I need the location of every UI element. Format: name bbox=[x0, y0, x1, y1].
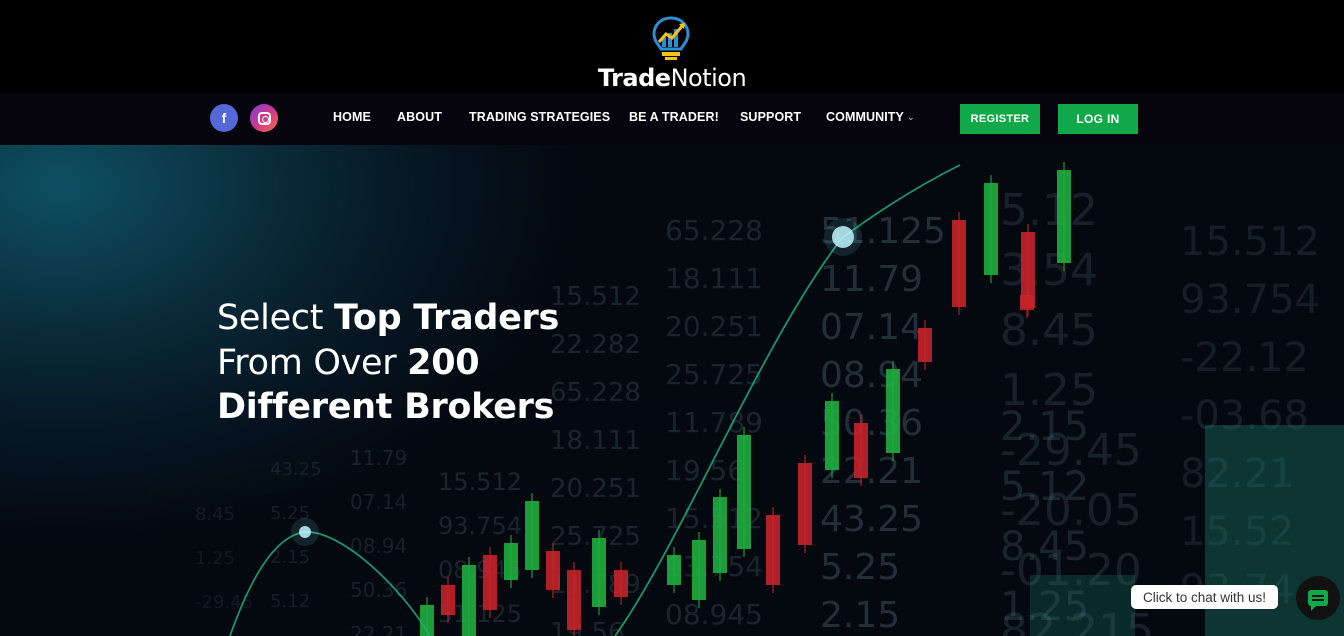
background-number: -29.45 bbox=[195, 592, 253, 613]
glow-node bbox=[832, 226, 854, 248]
background-number: 22.21 bbox=[350, 622, 407, 636]
candle-body bbox=[692, 540, 706, 600]
background-number: 3.54 bbox=[1000, 245, 1098, 296]
hero-headline: Select Top Traders From Over 200 Differe… bbox=[217, 296, 559, 430]
background-number: 2.15 bbox=[820, 595, 900, 636]
login-button[interactable]: LOG IN bbox=[1058, 104, 1138, 134]
candle-body bbox=[854, 423, 868, 478]
register-button[interactable]: REGISTER bbox=[960, 104, 1040, 134]
background-number: -22.12 bbox=[1180, 335, 1309, 381]
glow-node bbox=[299, 526, 311, 538]
background-number: 8.45 bbox=[1000, 524, 1089, 570]
hero-line-2-bold: 200 bbox=[407, 342, 480, 383]
background-number: 65.228 bbox=[665, 214, 763, 247]
candle-body bbox=[766, 515, 780, 585]
background-number: 2.15 bbox=[1000, 404, 1089, 450]
candle-body bbox=[592, 538, 606, 607]
background-number: 07.14 bbox=[350, 490, 407, 514]
hero-section: 65.228 18.111 20.251 25.725 11.789 19.56 15.51… bbox=[0, 145, 1344, 636]
background-number: 93.754 bbox=[438, 512, 522, 540]
hero-line-2-light: From Over bbox=[217, 342, 408, 383]
instagram-glyph bbox=[257, 111, 271, 125]
chat-glyph bbox=[1308, 590, 1328, 611]
nav-item-trading-strategies[interactable]: TRADING STRATEGIES bbox=[469, 110, 610, 124]
instagram-icon[interactable] bbox=[250, 104, 278, 132]
background-number: 8.45 bbox=[1000, 305, 1098, 356]
candle-body bbox=[713, 497, 727, 573]
candle-body bbox=[441, 585, 455, 615]
candle-body bbox=[614, 570, 628, 597]
candle-body bbox=[462, 565, 476, 636]
candle-body bbox=[798, 463, 812, 545]
nav-item-support[interactable]: SUPPORT bbox=[740, 110, 801, 124]
chat-icon[interactable] bbox=[1296, 576, 1340, 620]
facebook-icon[interactable]: f bbox=[210, 104, 238, 132]
background-number: 5.12 bbox=[270, 591, 310, 612]
candle-body bbox=[567, 570, 581, 630]
hero-line-1-light: Select bbox=[217, 298, 334, 338]
hero-line-3-bold: Different Brokers bbox=[217, 387, 555, 427]
background-number: 19.56 bbox=[665, 454, 745, 487]
hero-line-1: Select Top Traders bbox=[217, 296, 559, 341]
chevron-down-icon: ⌄ bbox=[906, 112, 915, 122]
hero-line-2: From Over 200 bbox=[217, 341, 559, 386]
background-number: 18.111 bbox=[550, 426, 641, 456]
background-number: 50.36 bbox=[350, 578, 407, 602]
candle-body bbox=[984, 183, 998, 275]
background-number: 5.25 bbox=[820, 547, 900, 588]
candle-body bbox=[737, 435, 751, 549]
candle-body bbox=[546, 551, 560, 590]
candle-body bbox=[825, 401, 839, 470]
background-number: 15.512 bbox=[550, 282, 641, 312]
nav-item-about[interactable]: ABOUT bbox=[397, 110, 442, 124]
candle-body bbox=[1057, 170, 1071, 263]
brand-name-bold: Trade bbox=[597, 64, 671, 92]
background-number: 43.25 bbox=[270, 459, 322, 480]
background-number: 8.45 bbox=[195, 504, 235, 525]
background-number: 65.228 bbox=[550, 378, 641, 408]
background-number: 19.56 bbox=[550, 618, 624, 636]
nav-item-community-label: COMMUNITY bbox=[826, 110, 904, 124]
brand-name-light: Notion bbox=[670, 64, 747, 92]
background-number: 08.94 bbox=[820, 355, 923, 396]
candle-body bbox=[667, 555, 681, 585]
chat-prompt-bubble[interactable]: Click to chat with us! bbox=[1131, 585, 1279, 609]
candle-body bbox=[918, 328, 932, 362]
candle-body bbox=[1020, 295, 1034, 310]
background-number: 5.12 bbox=[1000, 464, 1089, 510]
background-number: 20.251 bbox=[550, 474, 641, 504]
background-number: 15.512 bbox=[1180, 219, 1320, 265]
background-number: 18.111 bbox=[665, 262, 763, 295]
candle-body bbox=[952, 220, 966, 307]
background-number: 1.25 bbox=[195, 548, 235, 569]
background-number: 11.79 bbox=[820, 259, 923, 300]
background-number: 2.15 bbox=[270, 547, 310, 568]
lightbulb-chart-icon[interactable] bbox=[651, 16, 691, 62]
candle-body bbox=[483, 555, 497, 610]
main-navigation: f HOME ABOUT TRADING STRATEGIES BE A TRA… bbox=[0, 93, 1344, 145]
background-block bbox=[1030, 575, 1135, 636]
nav-item-community[interactable]: COMMUNITY ⌄ bbox=[826, 110, 915, 124]
background-number: 43.25 bbox=[820, 499, 923, 540]
candle-body bbox=[504, 543, 518, 580]
hero-background-chart: 65.228 18.111 20.251 25.725 11.789 19.56 15.51… bbox=[195, 162, 1344, 636]
hero-line-1-bold: Top Traders bbox=[334, 298, 560, 338]
candle-body bbox=[525, 501, 539, 570]
background-number: 15.512 bbox=[438, 468, 522, 496]
candle-body bbox=[886, 369, 900, 453]
background-number: 08.945 bbox=[665, 598, 763, 631]
background-number: 22.282 bbox=[550, 330, 641, 360]
nav-item-be-a-trader[interactable]: BE A TRADER! bbox=[629, 110, 719, 124]
background-number: 11.789 bbox=[665, 406, 763, 439]
background-number: 07.14 bbox=[820, 307, 923, 348]
hero-line-3: Different Brokers bbox=[217, 385, 559, 430]
background-number: 20.251 bbox=[665, 310, 763, 343]
background-number: 25.725 bbox=[665, 358, 763, 391]
background-number: 93.754 bbox=[1180, 277, 1320, 323]
background-number: 5.12 bbox=[1000, 185, 1098, 236]
brand-logo-text[interactable]: TradeNotion bbox=[0, 64, 1344, 92]
nav-item-home[interactable]: HOME bbox=[333, 110, 371, 124]
background-number: 11.79 bbox=[350, 446, 407, 470]
logo-bar: TradeNotion bbox=[0, 0, 1344, 93]
